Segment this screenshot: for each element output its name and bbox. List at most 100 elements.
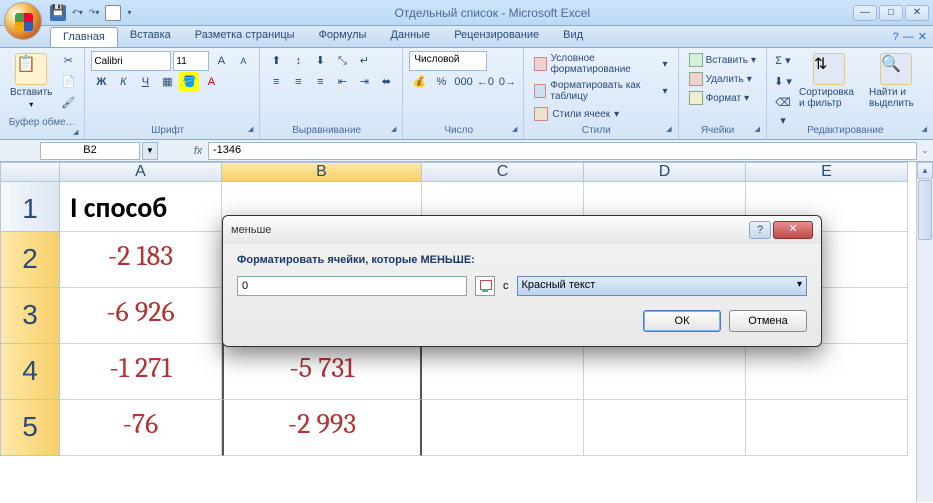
cut-icon[interactable]: ✂ xyxy=(58,51,78,71)
undo-icon[interactable]: ↶▾ xyxy=(72,8,83,17)
maximize-button[interactable]: □ xyxy=(879,5,903,21)
cell[interactable]: -76 xyxy=(60,400,222,456)
cell[interactable] xyxy=(584,400,746,456)
tab-formulas[interactable]: Формулы xyxy=(307,26,379,47)
cell[interactable] xyxy=(746,344,908,400)
col-header-e[interactable]: E xyxy=(746,162,908,182)
dialog-close-button[interactable]: ✕ xyxy=(773,221,813,239)
cell[interactable] xyxy=(422,400,584,456)
format-select[interactable]: Красный текст xyxy=(517,276,808,296)
wrap-icon[interactable]: ↵ xyxy=(354,51,374,71)
ribbon-min-icon[interactable]: — xyxy=(903,31,914,43)
format-painter-icon[interactable]: 🖌 xyxy=(58,93,78,113)
indent-inc-icon[interactable]: ⇥ xyxy=(354,72,374,92)
align-center-icon[interactable]: ≡ xyxy=(288,72,308,92)
tab-layout[interactable]: Разметка страницы xyxy=(183,26,307,47)
format-table-button[interactable]: Форматировать как таблицу ▾ xyxy=(530,78,671,104)
name-box[interactable]: B2 xyxy=(40,142,140,160)
cell[interactable]: -5 731 xyxy=(222,344,422,400)
align-top-icon[interactable]: ⬆ xyxy=(266,51,286,71)
align-mid-icon[interactable]: ↕ xyxy=(288,51,308,71)
cell[interactable] xyxy=(584,344,746,400)
bold-button[interactable]: Ж xyxy=(91,72,111,92)
select-all-corner[interactable] xyxy=(0,162,60,182)
app-close-icon[interactable]: ✕ xyxy=(918,30,927,43)
percent-icon[interactable]: % xyxy=(431,72,451,92)
ok-button[interactable]: ОК xyxy=(643,310,721,332)
italic-button[interactable]: К xyxy=(113,72,133,92)
scroll-thumb[interactable] xyxy=(918,180,932,240)
inc-decimal-icon[interactable]: ←0 xyxy=(475,72,495,92)
name-box-arrow[interactable]: ▼ xyxy=(142,142,158,160)
cell[interactable]: -2 993 xyxy=(222,400,422,456)
merge-icon[interactable]: ⬌ xyxy=(376,72,396,92)
formula-input[interactable]: -1346 xyxy=(208,142,917,160)
insert-cells-button[interactable]: Вставить ▾ xyxy=(685,51,760,69)
range-picker-button[interactable] xyxy=(475,276,495,296)
conditional-format-button[interactable]: Условное форматирование ▾ xyxy=(530,51,671,77)
comma-icon[interactable]: 000 xyxy=(453,72,473,92)
redo-icon[interactable]: ↷▾ xyxy=(89,8,100,17)
cell[interactable]: I способ xyxy=(60,182,222,232)
row-header[interactable]: 5 xyxy=(0,400,60,456)
autosum-icon[interactable]: Σ ▾ xyxy=(773,51,793,71)
sort-filter-button[interactable]: ⇅ Сортировка и фильтр xyxy=(795,51,863,111)
dec-decimal-icon[interactable]: 0→ xyxy=(497,72,517,92)
align-left-icon[interactable]: ≡ xyxy=(266,72,286,92)
find-select-button[interactable]: 🔍 Найти и выделить xyxy=(865,51,927,111)
col-header-c[interactable]: C xyxy=(422,162,584,182)
close-button[interactable]: ✕ xyxy=(905,5,929,21)
dialog-help-button[interactable]: ? xyxy=(749,221,771,239)
indent-dec-icon[interactable]: ⇤ xyxy=(332,72,352,92)
dialog-titlebar[interactable]: меньше ? ✕ xyxy=(223,216,821,244)
font-color-icon[interactable]: A xyxy=(201,72,221,92)
save-icon[interactable] xyxy=(50,5,66,21)
tab-home[interactable]: Главная xyxy=(50,27,118,47)
orientation-icon[interactable]: ⤡ xyxy=(332,51,352,71)
threshold-input[interactable] xyxy=(237,276,467,296)
cell-styles-button[interactable]: Стили ячеек ▾ xyxy=(530,105,623,123)
cancel-button[interactable]: Отмена xyxy=(729,310,807,332)
col-header-b[interactable]: B xyxy=(222,162,422,182)
cell[interactable]: -2 183 xyxy=(60,232,222,288)
minimize-button[interactable]: — xyxy=(853,5,877,21)
help-icon[interactable]: ? xyxy=(893,31,899,43)
align-right-icon[interactable]: ≡ xyxy=(310,72,330,92)
tab-review[interactable]: Рецензирование xyxy=(442,26,551,47)
tab-data[interactable]: Данные xyxy=(378,26,442,47)
grow-font-icon[interactable]: A xyxy=(211,51,231,71)
col-header-d[interactable]: D xyxy=(584,162,746,182)
border-icon[interactable]: ▦ xyxy=(157,72,177,92)
fill-icon[interactable]: ⬇ ▾ xyxy=(773,72,793,92)
office-button[interactable] xyxy=(4,2,42,40)
row-header[interactable]: 2 xyxy=(0,232,60,288)
expand-formula-icon[interactable]: ⌄ xyxy=(917,145,933,156)
copy-icon[interactable]: 📄 xyxy=(58,72,78,92)
fill-color-icon[interactable]: 🪣 xyxy=(179,72,199,92)
paste-button[interactable]: 📋 Вставить ▾ xyxy=(6,51,56,111)
currency-icon[interactable]: 💰 xyxy=(409,72,429,92)
scroll-up-icon[interactable]: ▲ xyxy=(917,162,933,179)
shrink-font-icon[interactable]: A xyxy=(233,51,253,71)
cell[interactable] xyxy=(746,400,908,456)
font-size-select[interactable] xyxy=(173,51,209,71)
qat-item[interactable] xyxy=(105,5,121,21)
number-format-select[interactable]: Числовой xyxy=(409,51,487,71)
vertical-scrollbar[interactable]: ▲ xyxy=(916,162,933,502)
cell[interactable]: -1 271 xyxy=(60,344,222,400)
row-header[interactable]: 1 xyxy=(0,182,60,232)
cell[interactable]: -6 926 xyxy=(60,288,222,344)
row-header[interactable]: 4 xyxy=(0,344,60,400)
align-bot-icon[interactable]: ⬇ xyxy=(310,51,330,71)
cell[interactable] xyxy=(422,344,584,400)
row-header[interactable]: 3 xyxy=(0,288,60,344)
tab-insert[interactable]: Вставка xyxy=(118,26,183,47)
fx-label[interactable]: fx xyxy=(188,145,208,157)
format-cells-button[interactable]: Формат ▾ xyxy=(685,89,754,107)
tab-view[interactable]: Вид xyxy=(551,26,595,47)
delete-cells-button[interactable]: Удалить ▾ xyxy=(685,70,756,88)
clear-icon[interactable]: ⌫ ▾ xyxy=(773,93,793,113)
font-name-select[interactable] xyxy=(91,51,171,71)
col-header-a[interactable]: A xyxy=(60,162,222,182)
underline-button[interactable]: Ч xyxy=(135,72,155,92)
